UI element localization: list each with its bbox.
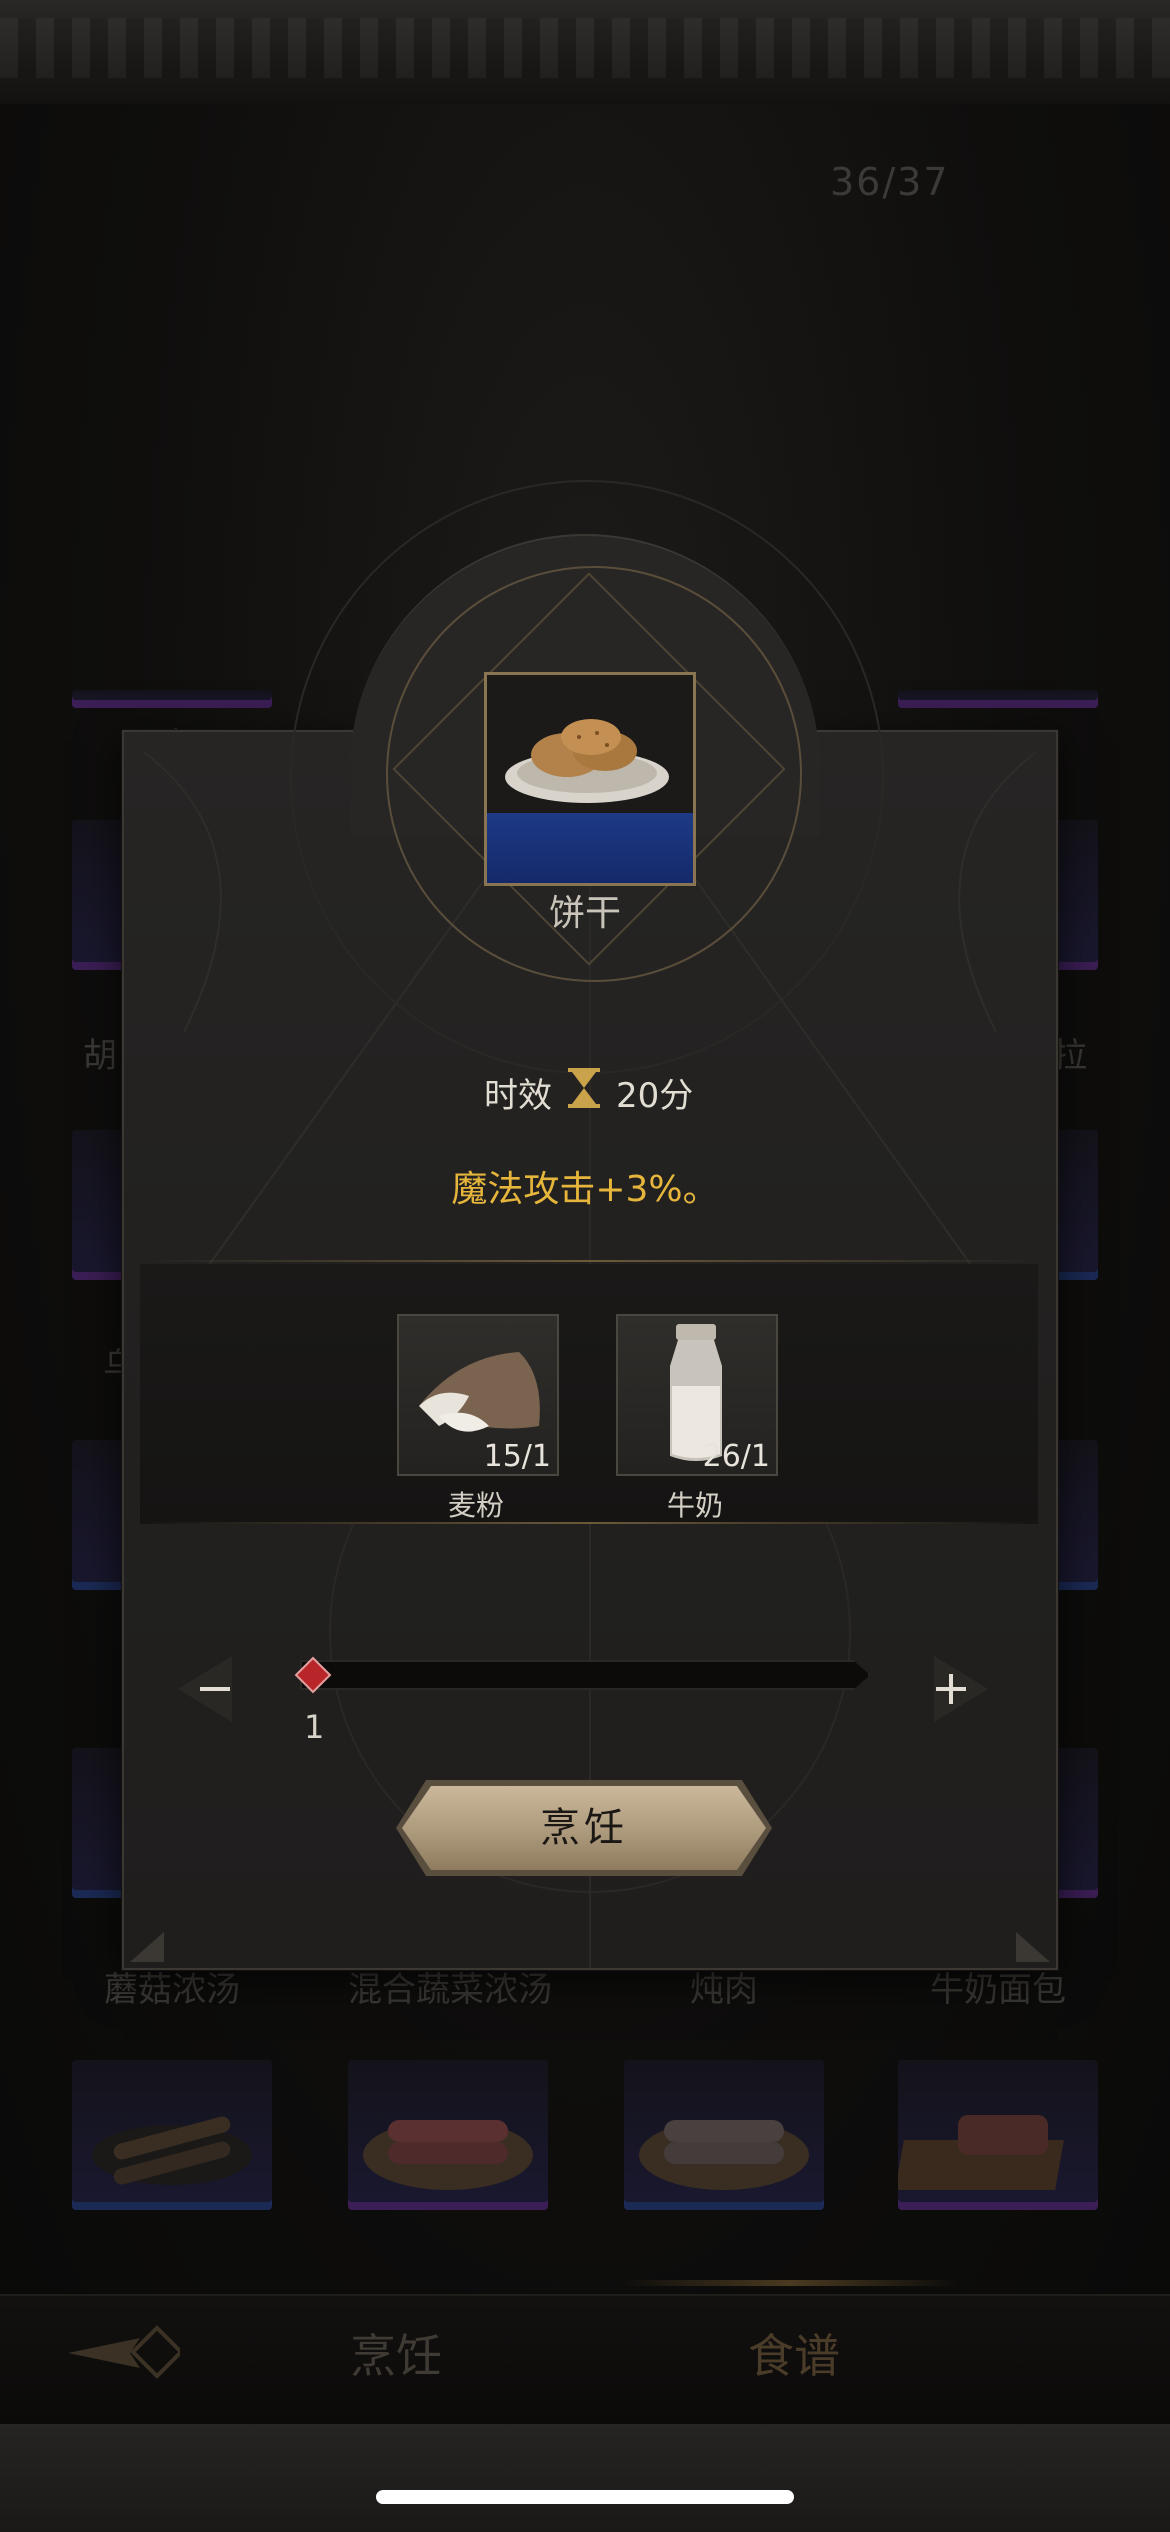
ingredients-panel xyxy=(140,1264,1038,1524)
hourglass-icon xyxy=(568,1068,600,1108)
divider-top xyxy=(140,1260,1038,1262)
biscuit-plate-icon xyxy=(505,719,669,803)
page-counter: 36/37 xyxy=(830,160,950,204)
bottom-ornament-border xyxy=(0,2424,1170,2532)
plus-icon xyxy=(934,1656,988,1722)
divider-bottom xyxy=(140,1522,1038,1524)
tab-recipes[interactable]: 食谱 xyxy=(748,2320,840,2386)
ingredient-count: 15/1 xyxy=(483,1439,551,1474)
grid-item-sausage[interactable] xyxy=(348,2060,548,2210)
ribs-board-icon xyxy=(895,2115,1064,2190)
ingredient-name: 麦粉 xyxy=(447,1489,504,1522)
top-ornament-border xyxy=(0,0,1170,106)
decrease-button[interactable] xyxy=(172,1644,262,1734)
duration-label: 时效 xyxy=(484,1076,552,1116)
ingredient-slot-milk[interactable]: 26/1 xyxy=(616,1314,778,1476)
white-sausage-plate-icon xyxy=(639,2120,809,2190)
grid-item-ribs[interactable] xyxy=(895,2060,1098,2210)
grid-item-label: 胡 xyxy=(83,1036,117,1076)
tab-cook[interactable]: 烹饪 xyxy=(350,2320,442,2386)
minus-icon xyxy=(178,1656,232,1722)
back-arrow-icon xyxy=(68,2325,184,2379)
back-button[interactable] xyxy=(60,2318,184,2388)
ingredient-count: 26/1 xyxy=(702,1439,770,1474)
grid-item-white-sausage[interactable] xyxy=(624,2060,824,2210)
home-indicator[interactable] xyxy=(376,2490,794,2504)
ingredient-slot-flour[interactable]: 15/1 xyxy=(397,1314,559,1476)
ingredient-name: 牛奶 xyxy=(666,1489,723,1522)
duration-value: 20分 xyxy=(616,1076,694,1116)
cook-button[interactable]: 烹饪 xyxy=(402,1786,766,1870)
increase-button[interactable] xyxy=(904,1644,994,1734)
grid-item-skewers[interactable] xyxy=(72,2060,272,2210)
tab-active-indicator xyxy=(620,2280,960,2286)
effect-text: 魔法攻击+3%。 xyxy=(451,1169,719,1210)
item-name: 饼干 xyxy=(548,893,621,934)
grid-item[interactable] xyxy=(898,690,1098,708)
skewers-icon xyxy=(92,2116,252,2185)
item-icon-frame xyxy=(484,672,696,886)
quantity-slider[interactable] xyxy=(300,1660,870,1690)
quantity-value: 1 xyxy=(304,1708,325,1746)
grid-item[interactable] xyxy=(72,690,272,708)
sausage-plate-icon xyxy=(363,2120,533,2190)
